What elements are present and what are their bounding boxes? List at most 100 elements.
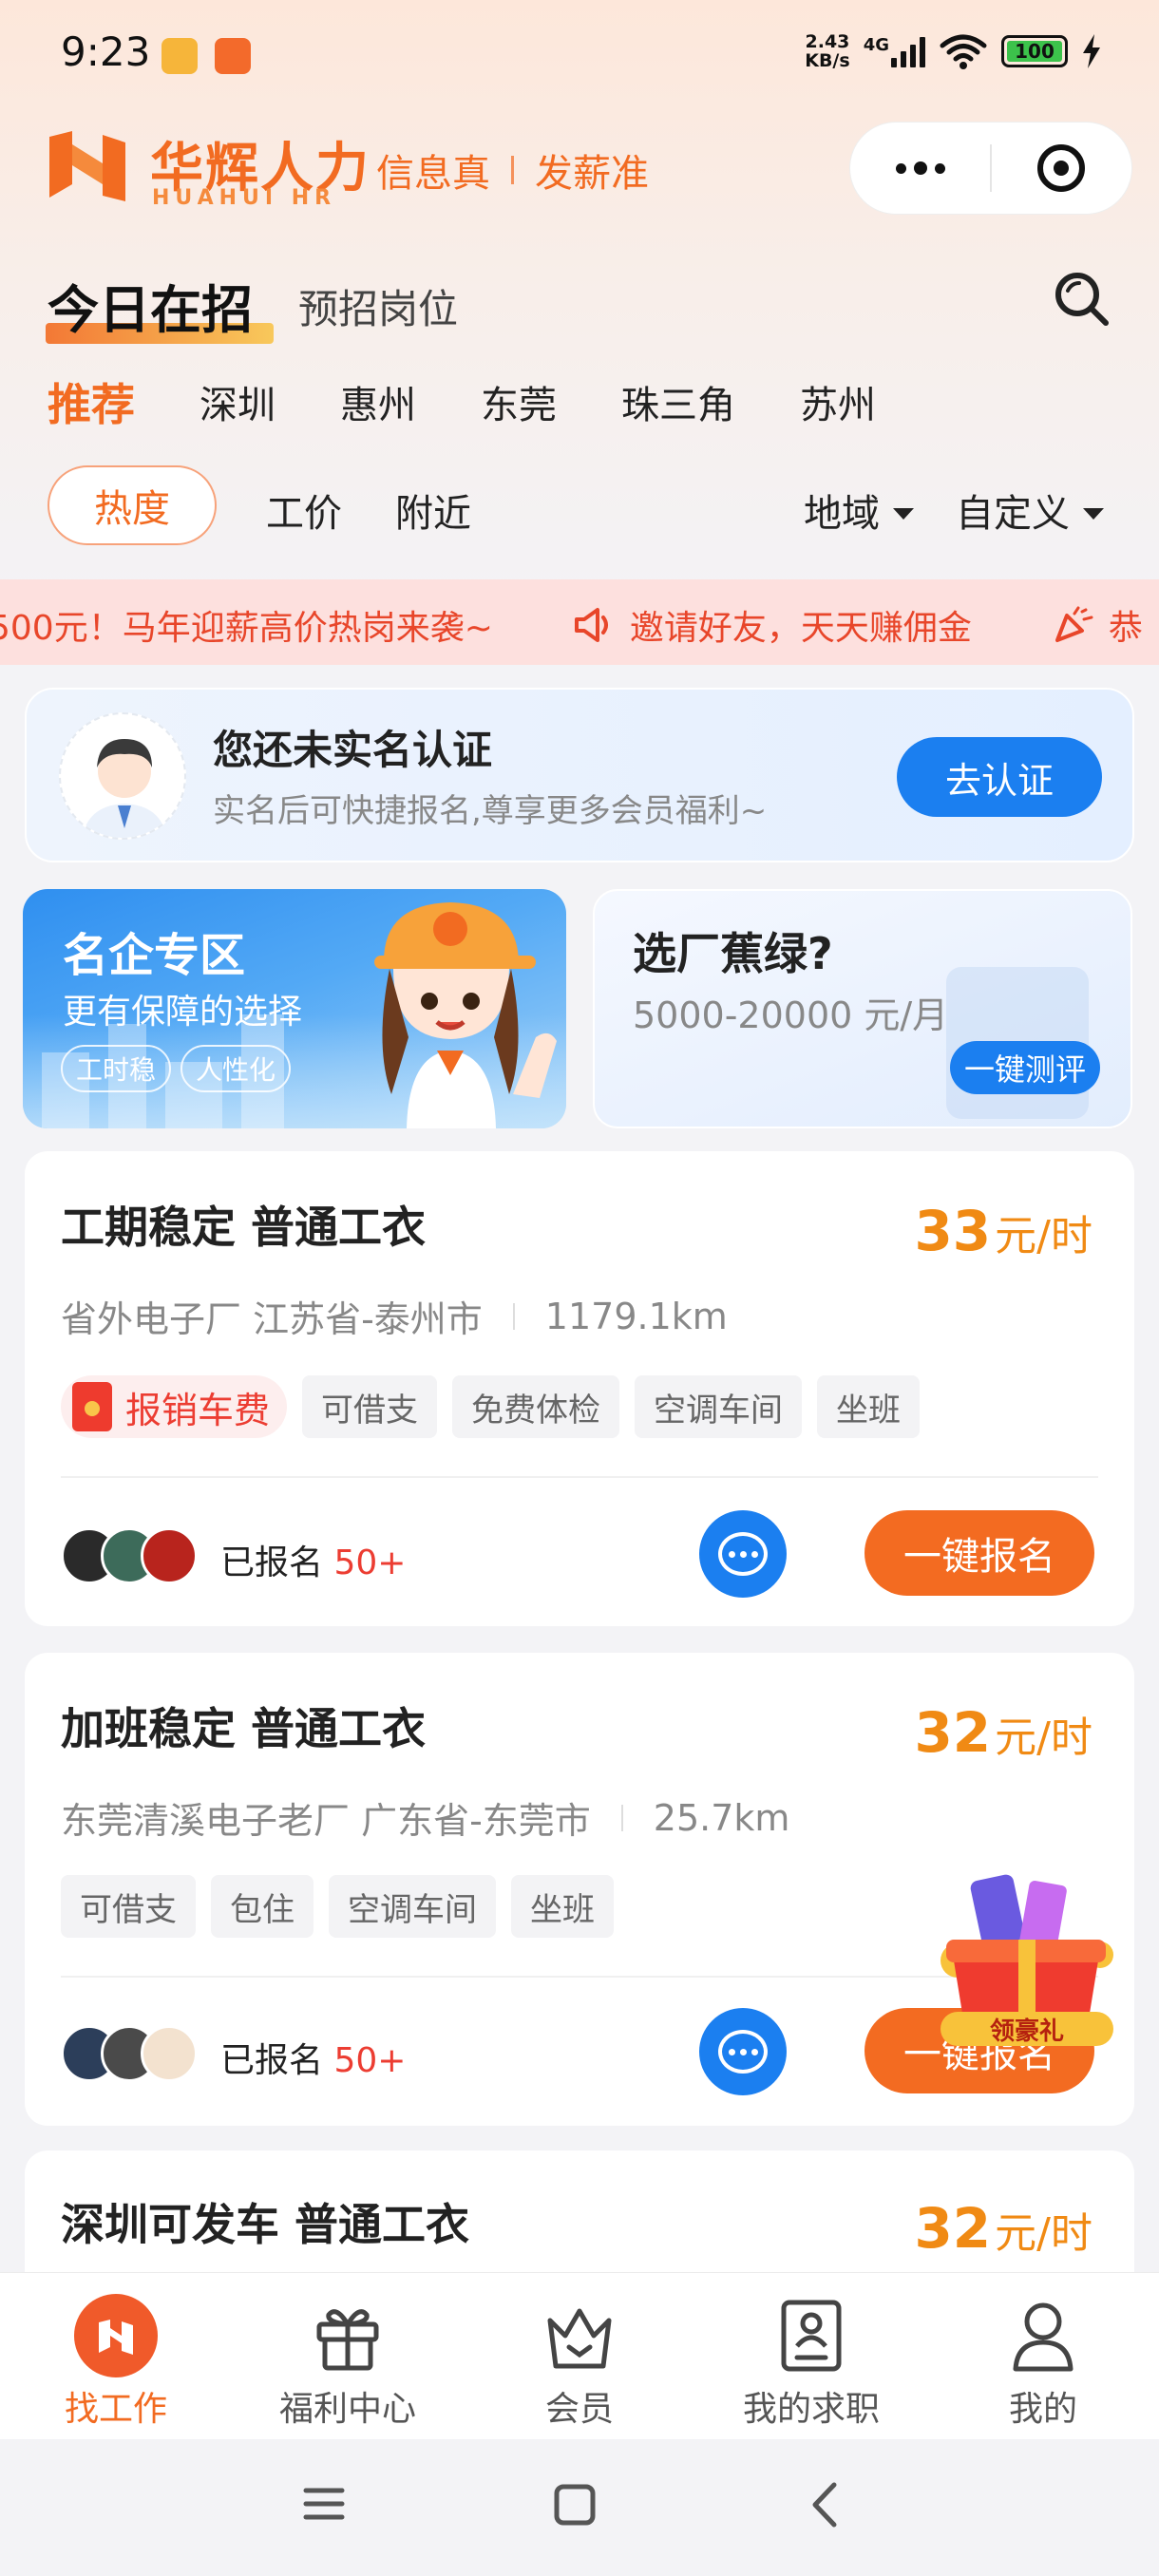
verify-description: 实名后可快捷报名,尊享更多会员福利~ — [213, 792, 768, 830]
promo-tag: 人性化 — [180, 1045, 292, 1092]
promo-title: 名企专区 — [63, 929, 246, 982]
filter-region-dropdown[interactable]: 地域 — [804, 483, 914, 538]
chat-button[interactable] — [699, 1510, 787, 1598]
chat-bubble-icon — [718, 1532, 768, 1576]
city-tab-huizhou[interactable]: 惠州 — [340, 374, 416, 433]
announcement-marquee[interactable]: 500元！马年迎薪高价热岗来袭~ 邀请好友，天天赚佣金 恭 — [0, 579, 1159, 665]
tab-welfare-center[interactable]: 福利中心 — [232, 2273, 464, 2439]
shop-app-icon — [215, 38, 251, 74]
filter-popularity[interactable]: 热度 — [48, 465, 217, 545]
job-card[interactable]: 深圳可发车 普通工衣 32 元/时 — [25, 2150, 1134, 2272]
party-popper-icon — [1054, 606, 1093, 642]
famous-company-zone-card[interactable]: 名企专区 更有保障的选择 工时稳 人性化 — [23, 889, 566, 1128]
job-location: 东莞清溪电子老厂 广东省-东莞市 25.7km — [61, 1796, 790, 1843]
gift-floating-button[interactable]: 领豪礼 — [920, 1869, 1132, 2059]
job-tag: 空调车间 — [329, 1875, 496, 1938]
announcement-text: 邀请好友，天天赚佣金 — [629, 609, 972, 648]
one-click-apply-button[interactable]: 一键报名 — [864, 1510, 1094, 1596]
user-icon — [1001, 2294, 1085, 2377]
wifi-icon — [940, 34, 987, 69]
job-salary: 33 元/时 — [914, 1199, 1092, 1263]
tab-today-hiring[interactable]: 今日在招 — [48, 268, 253, 343]
job-distance: 25.7km — [653, 1796, 790, 1839]
chevron-down-icon — [1083, 508, 1104, 520]
job-title: 工期稳定 普通工衣 — [61, 1202, 427, 1253]
job-tags: 报销车费 可借支 免费体检 空调车间 坐班 — [61, 1375, 921, 1438]
tab-my-applications[interactable]: 我的求职 — [695, 2273, 927, 2439]
filter-nearby[interactable]: 附近 — [395, 483, 471, 538]
menu-icon[interactable] — [302, 2483, 346, 2525]
city-tab-prd[interactable]: 珠三角 — [621, 374, 735, 433]
verify-title: 您还未实名认证 — [213, 727, 493, 773]
charging-icon — [1083, 34, 1100, 68]
network-speed: 2.43 KB/s — [805, 31, 850, 71]
job-tag: 包住 — [211, 1875, 314, 1938]
job-salary: 32 元/时 — [914, 1700, 1092, 1765]
job-title: 深圳可发车 普通工衣 — [61, 2199, 470, 2250]
avatar — [141, 2025, 198, 2082]
status-time: 9:23 — [61, 28, 151, 75]
job-tag: 可借支 — [302, 1375, 438, 1438]
factory-evaluation-card[interactable]: 选厂蕉绿? 5000-20000 元/月 一键测评 — [593, 889, 1132, 1128]
promo-subtitle: 更有保障的选择 — [63, 993, 303, 1032]
go-verify-button[interactable]: 去认证 — [897, 737, 1102, 817]
chat-bubble-icon — [718, 2030, 768, 2074]
tab-vip[interactable]: 会员 — [464, 2273, 695, 2439]
travel-reimburse-tag: 报销车费 — [61, 1375, 288, 1438]
applicant-avatars — [61, 2025, 198, 2082]
battery-icon: 100 — [1001, 35, 1068, 67]
city-tabs: 推荐 深圳 惠州 东莞 珠三角 苏州 — [48, 374, 940, 433]
close-miniprogram-icon[interactable] — [992, 123, 1131, 214]
brand-name-en: HUAHUI HR — [152, 186, 337, 210]
home-icon[interactable] — [553, 2483, 597, 2527]
city-tab-recommend[interactable]: 推荐 — [48, 370, 135, 433]
job-tag: 可借支 — [61, 1875, 196, 1938]
one-click-evaluate-button[interactable]: 一键测评 — [950, 1041, 1100, 1094]
job-tag: 免费体检 — [452, 1375, 620, 1438]
filter-custom-dropdown[interactable]: 自定义 — [956, 483, 1104, 538]
job-tag: 坐班 — [511, 1875, 614, 1938]
tab-profile[interactable]: 我的 — [927, 2273, 1159, 2439]
notes-app-icon — [162, 38, 198, 74]
job-card[interactable]: 工期稳定 普通工衣 33 元/时 省外电子厂 江苏省-泰州市 1179.1km … — [25, 1151, 1134, 1626]
tab-pre-hiring[interactable]: 预招岗位 — [298, 277, 458, 335]
announcement-text: 恭 — [1108, 609, 1143, 648]
filter-wage[interactable]: 工价 — [266, 483, 342, 538]
job-tag: 空调车间 — [635, 1375, 803, 1438]
chat-button[interactable] — [699, 2008, 787, 2095]
cell-signal-icon: 4G — [864, 35, 925, 67]
city-tab-dongguan[interactable]: 东莞 — [481, 374, 557, 433]
resume-icon — [770, 2294, 853, 2377]
job-salary: 32 元/时 — [914, 2196, 1092, 2261]
status-indicators: 2.43 KB/s 4G 100 — [805, 32, 1102, 70]
more-options-icon[interactable] — [850, 123, 990, 214]
job-tag: 坐班 — [817, 1375, 921, 1438]
real-name-verify-card[interactable]: 您还未实名认证 实名后可快捷报名,尊享更多会员福利~ 去认证 — [25, 688, 1134, 862]
salary-range: 5000-20000 元/月 — [633, 994, 949, 1036]
promo-title: 选厂蕉绿? — [633, 928, 833, 979]
vip-crown-icon — [538, 2294, 621, 2377]
miniprogram-capsule — [849, 122, 1132, 215]
avatar — [59, 712, 186, 840]
applied-count: 已报名 50+ — [220, 1544, 407, 1582]
gift-label: 领豪礼 — [989, 2017, 1064, 2046]
mascot-girl-illustration — [374, 902, 557, 1128]
city-tab-shenzhen[interactable]: 深圳 — [200, 374, 276, 433]
city-tab-suzhou[interactable]: 苏州 — [800, 374, 876, 433]
job-tags: 可借支 包住 空调车间 坐班 — [61, 1875, 614, 1938]
search-icon[interactable] — [1051, 268, 1112, 329]
slogan-divider — [511, 156, 514, 184]
avatar — [141, 1527, 198, 1584]
gift-icon — [306, 2294, 390, 2377]
applicant-avatars — [61, 1527, 198, 1584]
megaphone-icon — [574, 608, 608, 642]
announcement-text: 500元！马年迎薪高价热岗来袭~ — [0, 609, 493, 648]
job-location: 省外电子厂 江苏省-泰州市 1179.1km — [61, 1295, 728, 1341]
system-navigation-bar — [0, 2439, 1159, 2576]
brand-logo-icon — [49, 131, 125, 201]
chevron-down-icon — [893, 508, 914, 520]
red-packet-icon — [72, 1382, 112, 1431]
tab-find-job[interactable]: 找工作 — [0, 2273, 232, 2439]
applied-count: 已报名 50+ — [220, 2041, 407, 2080]
back-icon[interactable] — [808, 2481, 842, 2529]
